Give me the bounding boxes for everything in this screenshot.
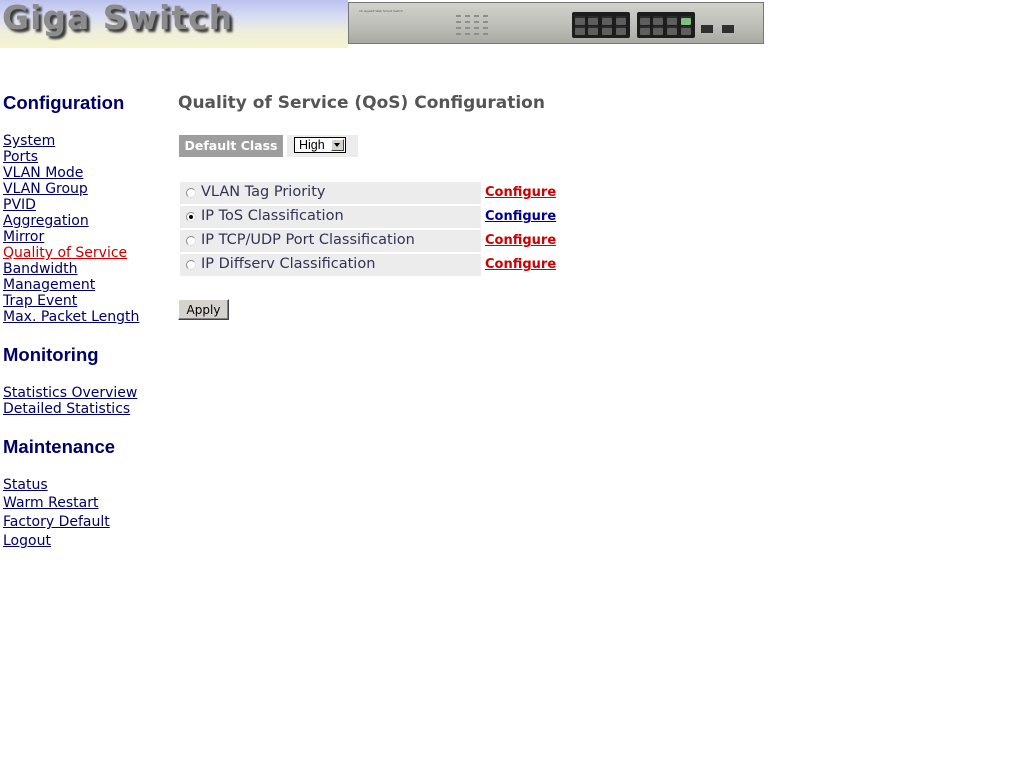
- qos-label-cell: IP Diffserv Classification: [180, 254, 481, 276]
- sidebar-item-vlan-group[interactable]: VLAN Group: [3, 181, 88, 197]
- nav-heading-configuration: Configuration: [3, 92, 125, 113]
- sidebar-item-status[interactable]: Status: [3, 477, 48, 493]
- qos-option-label: IP Diffserv Classification: [201, 256, 376, 272]
- default-class-select[interactable]: High: [294, 137, 346, 153]
- nav-heading-maintenance: Maintenance: [3, 436, 116, 457]
- port-icon: [588, 26, 598, 35]
- qos-label-cell: IP TCP/UDP Port Classification: [180, 230, 481, 252]
- status-led-icon: [474, 27, 479, 29]
- qos-row-vlan-tag-priority: VLAN Tag Priority Configure: [180, 182, 560, 204]
- port-icon: [640, 26, 650, 35]
- port-icon: [602, 26, 612, 35]
- status-led-icon: [474, 33, 479, 35]
- sidebar-item-logout[interactable]: Logout: [3, 533, 51, 549]
- port-block-1: [572, 12, 630, 38]
- configure-link-ip-tos[interactable]: Configure: [485, 209, 556, 224]
- status-led-icon: [465, 27, 470, 29]
- port-icon: [602, 16, 612, 25]
- header-banner: Giga Switch 16 Gigabit Web Smart Switch: [0, 0, 1024, 48]
- port-icon: [616, 16, 626, 25]
- status-led-icon: [474, 21, 479, 23]
- sidebar-item-pvid[interactable]: PVID: [3, 197, 36, 213]
- configure-link-ip-tcp-udp-port[interactable]: Configure: [485, 233, 556, 248]
- port-icon: [653, 26, 663, 35]
- status-led-icon: [483, 33, 488, 35]
- qos-option-label: IP ToS Classification: [201, 208, 344, 224]
- sidebar-item-quality-of-service[interactable]: Quality of Service: [3, 245, 127, 261]
- sidebar-item-factory-default[interactable]: Factory Default: [3, 514, 110, 530]
- status-led-icon: [465, 15, 470, 17]
- port-icon: [575, 26, 585, 35]
- default-class-row: Default Class High: [179, 135, 358, 157]
- port-icon: [653, 16, 663, 25]
- qos-option-label: IP TCP/UDP Port Classification: [201, 232, 415, 248]
- port-icon: [616, 26, 626, 35]
- sfp-port-icon: [722, 25, 734, 33]
- sidebar-item-ports[interactable]: Ports: [3, 149, 38, 165]
- page-title: Quality of Service (QoS) Configuration: [178, 93, 545, 113]
- status-led-icon: [456, 27, 461, 29]
- status-led-icon: [456, 21, 461, 23]
- sidebar-item-aggregation[interactable]: Aggregation: [3, 213, 89, 229]
- configure-link-ip-diffserv[interactable]: Configure: [485, 257, 556, 272]
- sidebar-item-system[interactable]: System: [3, 133, 55, 149]
- status-led-icon: [465, 33, 470, 35]
- sidebar-item-max-packet-length[interactable]: Max. Packet Length: [3, 309, 139, 325]
- chevron-down-icon[interactable]: [331, 139, 344, 151]
- sidebar-item-mirror[interactable]: Mirror: [3, 229, 44, 245]
- status-led-icon: [456, 15, 461, 17]
- switch-front-panel-image: 16 Gigabit Web Smart Switch: [348, 2, 764, 44]
- device-model-label: 16 Gigabit Web Smart Switch: [359, 9, 403, 13]
- default-class-label: Default Class: [179, 135, 283, 157]
- radio-ip-tos-classification[interactable]: [186, 212, 196, 222]
- status-led-icon: [456, 33, 461, 35]
- status-led-grid: [456, 15, 492, 39]
- sfp-port-icon: [701, 25, 713, 33]
- status-led-icon: [483, 27, 488, 29]
- sidebar-item-detailed-statistics[interactable]: Detailed Statistics: [3, 401, 130, 417]
- qos-option-label: VLAN Tag Priority: [201, 184, 326, 200]
- nav-heading-monitoring: Monitoring: [3, 344, 99, 365]
- port-icon: [588, 16, 598, 25]
- sidebar-item-statistics-overview[interactable]: Statistics Overview: [3, 385, 137, 401]
- qos-label-cell: IP ToS Classification: [180, 206, 481, 228]
- sidebar-item-warm-restart[interactable]: Warm Restart: [3, 495, 98, 511]
- radio-ip-diffserv-classification[interactable]: [186, 260, 196, 270]
- port-block-2: [637, 12, 695, 38]
- status-led-icon: [483, 15, 488, 17]
- apply-button[interactable]: Apply: [178, 299, 229, 320]
- port-icon: [640, 16, 650, 25]
- sidebar-item-bandwidth[interactable]: Bandwidth: [3, 261, 78, 277]
- sidebar-item-management[interactable]: Management: [3, 277, 95, 293]
- port-icon: [575, 16, 585, 25]
- default-class-cell: High: [287, 135, 358, 157]
- sidebar-item-trap-event[interactable]: Trap Event: [3, 293, 77, 309]
- app-title: Giga Switch: [2, 0, 234, 37]
- qos-row-ip-tcp-udp-port: IP TCP/UDP Port Classification Configure: [180, 230, 560, 252]
- default-class-selected-value: High: [299, 138, 325, 152]
- qos-row-ip-diffserv: IP Diffserv Classification Configure: [180, 254, 560, 276]
- port-icon: [667, 26, 677, 35]
- status-led-icon: [483, 21, 488, 23]
- status-led-icon: [474, 15, 479, 17]
- radio-vlan-tag-priority[interactable]: [186, 188, 196, 198]
- port-icon: [667, 16, 677, 25]
- port-icon: [681, 16, 691, 25]
- sidebar-item-vlan-mode[interactable]: VLAN Mode: [3, 165, 83, 181]
- configure-link-vlan-tag-priority[interactable]: Configure: [485, 185, 556, 200]
- qos-row-ip-tos: IP ToS Classification Configure: [180, 206, 560, 228]
- radio-ip-tcp-udp-port-classification[interactable]: [186, 236, 196, 246]
- qos-label-cell: VLAN Tag Priority: [180, 182, 481, 204]
- status-led-icon: [465, 21, 470, 23]
- port-icon: [681, 26, 691, 35]
